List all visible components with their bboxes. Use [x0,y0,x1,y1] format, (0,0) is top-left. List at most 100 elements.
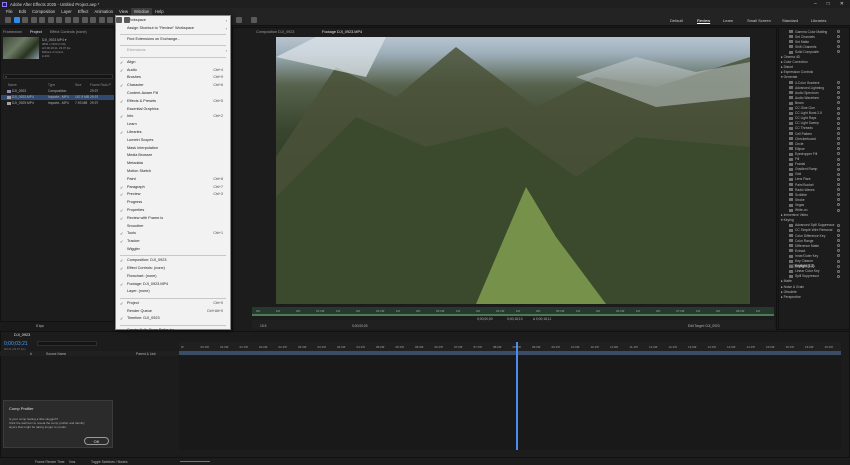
tab-timeline[interactable]: DJI_0923 [14,333,30,337]
tab-viewer-0[interactable]: Composition DJI_0923 [256,30,294,34]
menu-item-media-browser[interactable]: Media Browser [116,152,230,160]
effect-item[interactable]: Gamma Color Matting [789,30,827,34]
pan-behind-icon[interactable] [56,17,62,23]
effect-item[interactable]: Keylight (1.2) [789,264,815,269]
menu-item-render-queue[interactable]: Render Queue Ctrl+Alt+0 [116,308,230,316]
rotate-tool-icon[interactable] [39,17,45,23]
effect-item[interactable]: Spill Suppressor [789,274,819,278]
menu-item-mask-interpolation[interactable]: Mask Interpolation [116,145,230,153]
menu-item-tools[interactable]: ✓ Tools Ctrl+1 [116,230,230,238]
effect-item[interactable]: Color Difference Key [789,234,825,238]
timeline-search-input[interactable] [37,341,97,346]
menu-file[interactable]: File [3,8,16,15]
effect-item[interactable]: Write-on [789,208,807,212]
effect-item[interactable]: CC Simple Wire Removal [789,228,832,232]
menu-layer[interactable]: Layer [58,8,74,15]
effect-item[interactable]: Beam [789,101,804,105]
menu-item-effect-controls-none[interactable]: ✓ Effect Controls: (none) [116,265,230,273]
effect-item[interactable]: Advanced Lightning [789,86,824,90]
shape-tool-icon[interactable] [64,17,71,23]
effect-item[interactable]: Grid [789,172,801,176]
menu-item-info[interactable]: ✓ Info Ctrl+2 [116,113,230,121]
menu-item-preview[interactable]: ✓ Preview Ctrl+3 [116,191,230,199]
menu-composition[interactable]: Composition [29,8,58,15]
menu-item-audio[interactable]: ✓ Audio Ctrl+4 [116,67,230,75]
effect-item[interactable]: Set Matte [789,40,809,44]
effect-item[interactable]: Advanced Spill Suppressor [789,223,835,227]
menu-item-project[interactable]: ✓ Project Ctrl+0 [116,300,230,308]
dialog-ok-button[interactable]: OK [84,437,109,445]
clone-tool-icon[interactable] [98,17,105,23]
menu-item-layer-none[interactable]: Layer: (none) [116,288,230,296]
menu-effect[interactable]: Effect [75,8,92,15]
effect-item[interactable]: Ellipse [789,147,805,151]
work-area-bar[interactable] [179,351,841,355]
tab-viewer-1[interactable]: Footage DJI_0923.MP4 [322,30,362,34]
project-col-header[interactable]: In P [105,83,111,87]
tab-project[interactable]: Project [30,30,42,34]
menu-item-tracker[interactable]: ✓ Tracker [116,238,230,246]
menu-item-paint[interactable]: Paint Ctrl+8 [116,176,230,184]
camera-tool-icon[interactable] [47,17,54,23]
effect-item[interactable]: Gradient Ramp [789,167,817,171]
menu-item-effects-presets[interactable]: ✓ Effects & Presets Ctrl+5 [116,98,230,106]
menu-item-workspace[interactable]: Workspace › [116,17,230,25]
effect-item[interactable]: ▸ Perspective [781,295,801,299]
effect-item[interactable]: Paint Bucket [789,183,814,187]
effect-item[interactable]: Cell Pattern [789,132,812,136]
effect-item[interactable]: Eyedropper Fill [789,152,817,156]
toggle-switches-modes[interactable]: Toggle Switches / Modes [91,460,127,464]
zoom-level[interactable]: 15.5 [260,324,266,328]
pen-tool-icon[interactable] [73,17,79,23]
effect-item[interactable]: ▾ Keying [781,218,794,222]
effect-item[interactable]: CC Light Sweep [789,121,819,125]
menu-item-paragraph[interactable]: ✓ Paragraph Ctrl+7 [116,184,230,192]
menu-item-essential-graphics[interactable]: Essential Graphics [116,106,230,114]
menu-item-vr-comp-editor-jsx[interactable]: VR Comp Editor.jsx [116,334,230,342]
menu-item-metadata[interactable]: Metadata [116,160,230,168]
workspace-standard[interactable]: Standard [782,18,798,23]
effect-item[interactable]: ▸ Expression Controls [781,70,813,74]
text-tool-icon[interactable] [81,17,88,23]
effect-item[interactable]: ▸ Cinema 4D [781,55,800,59]
menu-item-smoother[interactable]: Smoother [116,223,230,231]
menu-item-brushes[interactable]: Brushes Ctrl+9 [116,74,230,82]
menu-item-footage-dji-0923-mp4[interactable]: ✓ Footage: DJI_0923.MP4 [116,281,230,289]
effect-item[interactable]: Fill [789,157,799,161]
menu-item-learn[interactable]: Learn [116,121,230,129]
menu-item-motion-sketch[interactable]: Motion Sketch [116,168,230,176]
zoom-slider[interactable] [180,461,210,462]
out-point[interactable]: 0;00;18;10 [507,317,523,321]
effect-item[interactable]: ▸ Color Correction [781,60,808,64]
effect-item[interactable]: ▸ Noise & Grain [781,285,804,289]
menu-item-lumetri-scopes[interactable]: Lumetri Scopes [116,137,230,145]
viewer-timecode[interactable]: 0;00;00;00 [352,324,368,328]
menu-item-create-nulls-from-paths-jsx[interactable]: Create Nulls From Paths.jsx [116,327,230,335]
workspace-small-screen[interactable]: Small Screen [747,18,771,23]
menu-edit[interactable]: Edit [16,8,29,15]
menu-item-character[interactable]: ✓ Character Ctrl+6 [116,82,230,90]
effect-item[interactable]: Color Range [789,239,814,243]
roto-tool-icon[interactable] [115,17,122,23]
grid-icon[interactable] [251,17,257,23]
menu-item-properties[interactable]: ✓ Properties [116,207,230,215]
project-col-header[interactable]: Size [75,83,81,87]
project-col-header[interactable]: Name [8,83,17,87]
menu-animation[interactable]: Animation [91,8,116,15]
effect-item[interactable]: Shift Channels [789,45,816,49]
effect-item[interactable]: Key Cleaner [789,259,813,263]
bpc-label[interactable]: 8 bpc [36,324,44,328]
workspace-review[interactable]: Review [697,18,710,23]
effect-item[interactable]: CC Light Burst 2.5 [789,111,822,115]
effect-item[interactable]: 4-Color Gradient [789,81,819,85]
effect-item[interactable]: Extract [789,249,805,253]
effect-item[interactable]: Difference Matte [789,244,819,248]
menu-item-find-extensions-on-exchange[interactable]: Find Extensions on Exchange... [116,36,230,44]
workspace-default[interactable]: Default [670,18,683,23]
project-col-header[interactable]: Type [48,83,55,87]
playhead[interactable] [516,342,519,450]
effect-item[interactable]: Lens Flare [789,177,811,181]
effect-item[interactable]: CC Threads [789,126,813,130]
tab-frameworx[interactable]: Frameworx [3,30,22,34]
workspace-learn[interactable]: Learn [723,18,733,23]
